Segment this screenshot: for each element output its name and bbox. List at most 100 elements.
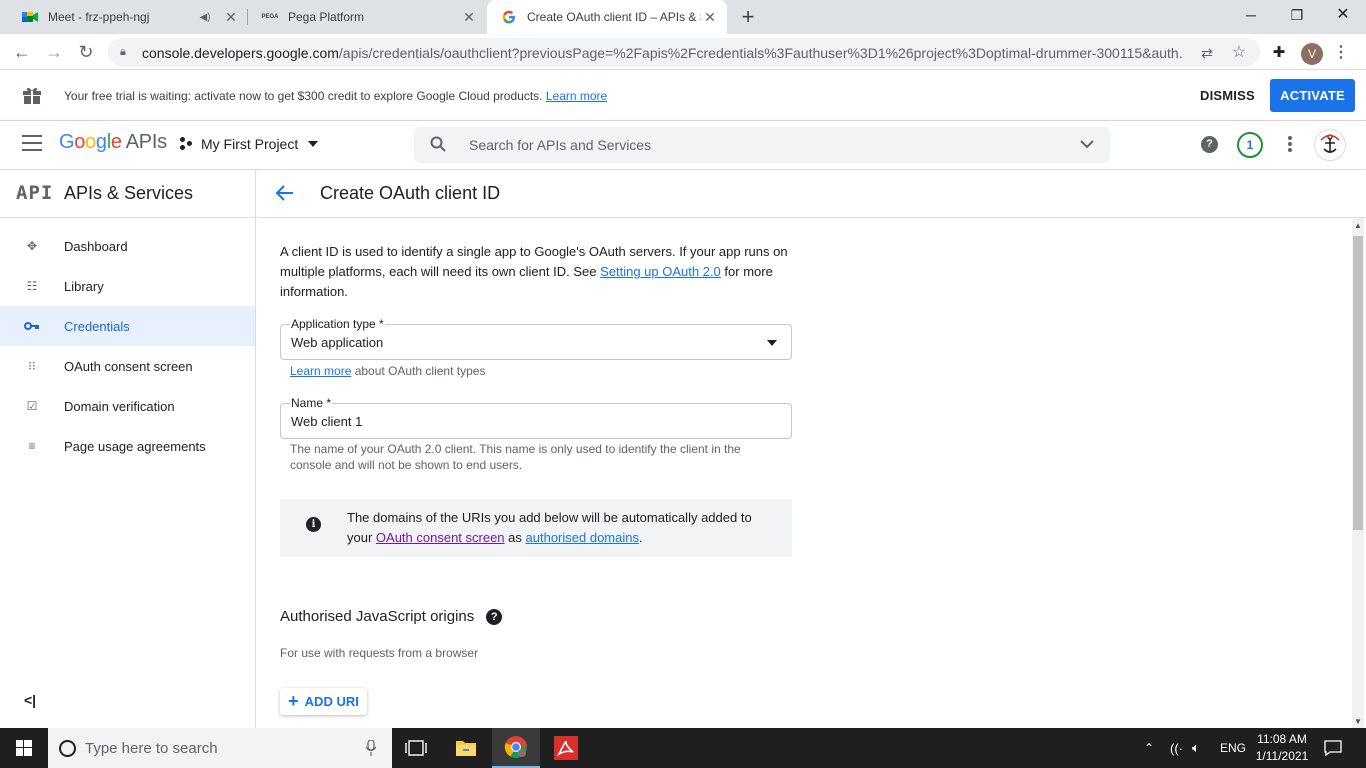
scrollbar[interactable]: ▲ ▼ bbox=[1352, 218, 1364, 728]
browser-profile-avatar[interactable]: V bbox=[1301, 43, 1323, 65]
tab-title: Create OAuth client ID – APIs & S bbox=[527, 10, 701, 24]
help-icon[interactable]: ? bbox=[486, 608, 503, 625]
translate-icon[interactable]: ⇄ bbox=[1196, 42, 1218, 64]
main-content: Create OAuth client ID A client ID is us… bbox=[257, 170, 1366, 728]
taskbar-search-placeholder: Type here to search bbox=[85, 739, 218, 757]
name-value: Web client 1 bbox=[291, 414, 363, 429]
address-bar[interactable]: 🔒︎ console.developers.google.com/apis/cr… bbox=[108, 38, 1260, 67]
project-selector[interactable]: My First Project bbox=[180, 136, 319, 152]
application-type-value: Web application bbox=[291, 335, 384, 350]
lock-icon: 🔒︎ bbox=[120, 46, 126, 58]
acrobat-icon[interactable] bbox=[542, 728, 590, 768]
setting-up-oauth-link[interactable]: Setting up OAuth 2.0 bbox=[600, 264, 721, 279]
chevron-down-icon[interactable] bbox=[1080, 137, 1094, 151]
logo-apis: APIs bbox=[125, 131, 167, 153]
show-hidden-icons[interactable]: ⌃ bbox=[1144, 728, 1154, 768]
windows-start-button[interactable] bbox=[0, 728, 48, 768]
close-window-button[interactable]: ✕ bbox=[1320, 0, 1366, 32]
back-icon[interactable]: ← bbox=[10, 40, 34, 64]
reload-icon[interactable]: ↻ bbox=[74, 40, 98, 64]
scroll-up-icon[interactable]: ▲ bbox=[1354, 221, 1362, 230]
sidebar-item-domain-verification[interactable]: ☑ Domain verification bbox=[0, 386, 255, 426]
plus-icon: + bbox=[288, 691, 299, 711]
sidebar-item-credentials[interactable]: Credentials bbox=[0, 306, 255, 346]
google-apis-logo[interactable]: Google APIs bbox=[59, 131, 167, 154]
chevron-down-icon bbox=[308, 141, 319, 147]
checkbox-icon: ☑ bbox=[26, 399, 38, 413]
close-tab-icon[interactable]: ✕ bbox=[701, 9, 719, 26]
bookmark-star-icon[interactable]: ☆ bbox=[1228, 42, 1250, 64]
add-uri-button[interactable]: + ADD URI bbox=[280, 688, 367, 715]
microphone-icon[interactable] bbox=[366, 740, 376, 756]
taskbar-clock[interactable]: 11:08 AM 1/11/2021 bbox=[1252, 731, 1312, 765]
section-title: APIs & Services bbox=[64, 183, 194, 203]
search-icon bbox=[430, 136, 446, 152]
speaker-icon[interactable]: ◀) bbox=[196, 12, 214, 23]
sidebar-item-label: Page usage agreements bbox=[64, 438, 206, 454]
pega-icon: PEGA bbox=[261, 14, 279, 20]
page-header: Create OAuth client ID bbox=[257, 170, 1366, 218]
file-explorer-icon[interactable] bbox=[442, 728, 490, 768]
back-arrow-icon[interactable] bbox=[275, 183, 295, 203]
hamburger-menu-icon[interactable] bbox=[22, 135, 42, 153]
info-part: . bbox=[638, 530, 643, 545]
section-heading-text: Authorised JavaScript origins bbox=[280, 608, 475, 625]
task-view-icon[interactable] bbox=[392, 728, 440, 768]
gift-icon bbox=[23, 87, 41, 104]
new-tab-button[interactable]: + bbox=[738, 4, 758, 30]
name-field[interactable]: Name * Web client 1 bbox=[280, 396, 792, 439]
account-avatar[interactable] bbox=[1314, 129, 1346, 161]
api-search-box[interactable]: Search for APIs and Services bbox=[414, 127, 1110, 163]
name-label: Name * bbox=[290, 396, 333, 410]
banner-message: Your free trial is waiting: activate now… bbox=[64, 89, 607, 103]
action-center-icon[interactable] bbox=[1324, 728, 1342, 768]
help-icon[interactable]: ? bbox=[1201, 136, 1218, 153]
meet-icon bbox=[22, 9, 38, 25]
extensions-puzzle-icon[interactable]: ✚ bbox=[1268, 42, 1290, 64]
taskbar-search-box[interactable]: Type here to search bbox=[48, 728, 392, 768]
banner-learn-more-link[interactable]: Learn more bbox=[546, 89, 607, 103]
application-type-select[interactable]: Application type * Web application bbox=[280, 317, 792, 360]
sidebar-item-label: Domain verification bbox=[64, 398, 175, 414]
browser-tab-strip: Meet - frz-ppeh-ngj ◀) ✕ PEGA Pega Platf… bbox=[0, 0, 1366, 34]
application-type-label: Application type * bbox=[290, 317, 385, 331]
dismiss-button[interactable]: DISMISS bbox=[1200, 88, 1255, 103]
sidebar-item-page-usage[interactable]: ≡ Page usage agreements bbox=[0, 426, 255, 466]
tab-title: Meet - frz-ppeh-ngj bbox=[48, 10, 150, 24]
sidebar-item-library[interactable]: ☷ Library bbox=[0, 266, 255, 306]
activate-button[interactable]: ACTIVATE bbox=[1270, 79, 1355, 112]
url-host: console.developers.google.com bbox=[142, 44, 339, 61]
restore-button[interactable]: ❐ bbox=[1274, 0, 1320, 32]
info-icon: i bbox=[306, 517, 321, 532]
windows-logo-icon bbox=[16, 740, 32, 756]
notifications-badge[interactable]: 1 bbox=[1237, 132, 1263, 158]
search-placeholder: Search for APIs and Services bbox=[469, 137, 652, 153]
language-indicator[interactable]: ENG bbox=[1220, 728, 1246, 768]
key-icon bbox=[23, 317, 41, 335]
more-options-icon[interactable] bbox=[1288, 136, 1292, 152]
tab-meet[interactable]: Meet - frz-ppeh-ngj ◀) ✕ bbox=[8, 0, 248, 34]
forward-icon[interactable]: → bbox=[42, 40, 66, 64]
sidebar-item-dashboard[interactable]: ✥ Dashboard bbox=[0, 226, 255, 266]
network-icon[interactable]: ((· bbox=[1170, 728, 1183, 768]
url-text: console.developers.google.com/apis/crede… bbox=[142, 45, 1182, 61]
close-tab-icon[interactable]: ✕ bbox=[460, 9, 478, 26]
volume-icon[interactable]: 🔈︎ bbox=[1192, 728, 1200, 768]
chrome-taskbar-icon[interactable] bbox=[492, 728, 540, 768]
oauth-consent-screen-link[interactable]: OAuth consent screen bbox=[376, 530, 505, 545]
close-tab-icon[interactable]: ✕ bbox=[222, 9, 240, 26]
collapse-sidebar-icon[interactable]: <| bbox=[24, 692, 36, 708]
tab-oauth[interactable]: Create OAuth client ID – APIs & S ✕ bbox=[487, 0, 727, 34]
authorised-domains-link[interactable]: authorised domains bbox=[526, 530, 639, 545]
url-path: /apis/credentials/oauthclient?previousPa… bbox=[338, 44, 1182, 61]
app-type-hint: Learn more about OAuth client types bbox=[290, 363, 485, 379]
browser-menu-icon[interactable]: ⋮ bbox=[1330, 42, 1352, 64]
sidebar-item-oauth-consent[interactable]: ⁝⁝ OAuth consent screen bbox=[0, 346, 255, 386]
tab-pega[interactable]: PEGA Pega Platform ✕ bbox=[248, 0, 486, 34]
console-header: Google APIs My First Project Search for A… bbox=[0, 121, 1366, 169]
minimize-button[interactable]: ─ bbox=[1228, 0, 1274, 32]
scroll-down-icon[interactable]: ▼ bbox=[1354, 717, 1362, 726]
scrollbar-thumb[interactable] bbox=[1353, 236, 1363, 530]
google-icon bbox=[501, 9, 517, 25]
learn-more-link[interactable]: Learn more bbox=[290, 364, 351, 378]
